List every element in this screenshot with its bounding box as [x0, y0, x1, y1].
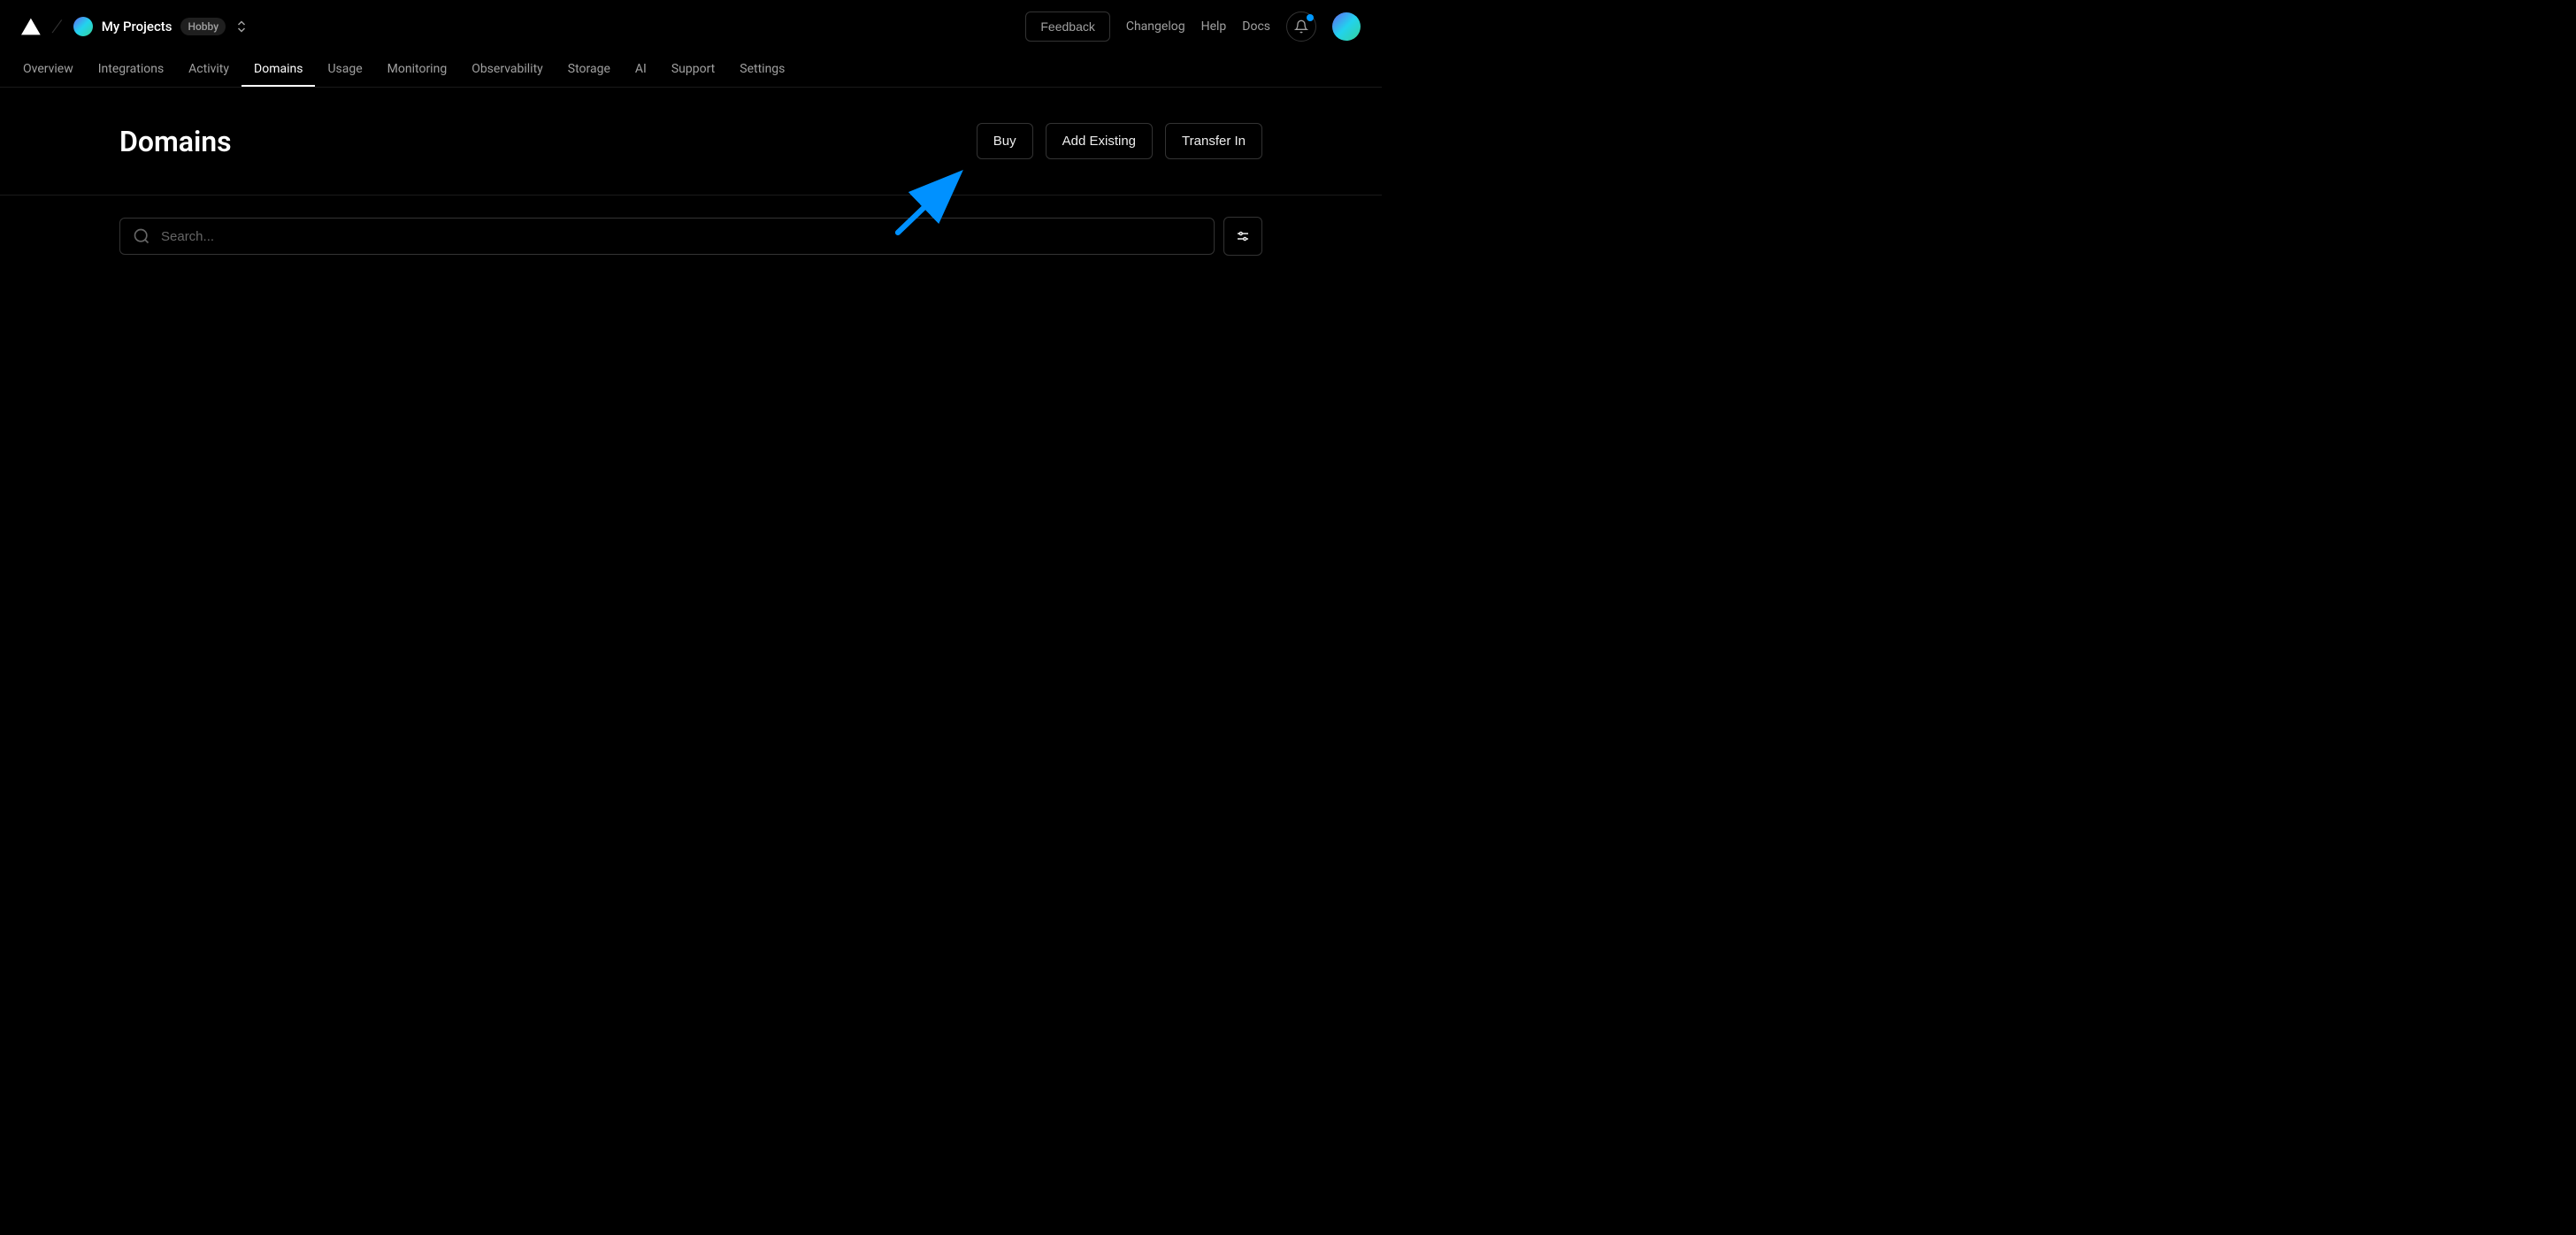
add-existing-button[interactable]: Add Existing — [1046, 123, 1153, 159]
filter-button[interactable] — [1223, 217, 1262, 256]
vercel-logo[interactable] — [21, 18, 41, 35]
team-switcher-icon[interactable] — [234, 19, 249, 34]
page-header: Domains Buy Add Existing Transfer In — [0, 88, 1382, 196]
tab-observability[interactable]: Observability — [459, 53, 556, 87]
page-title: Domains — [119, 125, 232, 158]
team-selector[interactable]: My Projects Hobby — [73, 17, 249, 36]
notification-indicator — [1307, 14, 1314, 21]
changelog-link[interactable]: Changelog — [1126, 19, 1185, 34]
team-avatar — [73, 17, 93, 36]
tab-storage[interactable]: Storage — [556, 53, 623, 87]
nav-tabs: Overview Integrations Activity Domains U… — [0, 53, 1382, 88]
action-buttons: Buy Add Existing Transfer In — [977, 123, 1262, 159]
docs-link[interactable]: Docs — [1242, 19, 1270, 34]
feedback-button[interactable]: Feedback — [1025, 12, 1109, 42]
transfer-in-button[interactable]: Transfer In — [1165, 123, 1262, 159]
tab-integrations[interactable]: Integrations — [86, 53, 176, 87]
tab-monitoring[interactable]: Monitoring — [375, 53, 460, 87]
header-right: Feedback Changelog Help Docs — [1025, 12, 1361, 42]
plan-badge: Hobby — [180, 18, 226, 35]
buy-button[interactable]: Buy — [977, 123, 1033, 159]
tab-support[interactable]: Support — [659, 53, 727, 87]
team-name: My Projects — [102, 19, 172, 35]
tab-usage[interactable]: Usage — [315, 53, 374, 87]
sliders-icon — [1235, 228, 1251, 244]
help-link[interactable]: Help — [1201, 19, 1227, 34]
tab-settings[interactable]: Settings — [727, 53, 797, 87]
app-header: / My Projects Hobby Feedback Changelog H… — [0, 0, 1382, 53]
search-container — [119, 218, 1215, 255]
tab-overview[interactable]: Overview — [11, 53, 86, 87]
header-left: / My Projects Hobby — [21, 16, 249, 38]
tab-ai[interactable]: AI — [623, 53, 659, 87]
breadcrumb-separator: / — [50, 15, 64, 38]
user-avatar[interactable] — [1332, 12, 1361, 41]
search-section — [0, 196, 1382, 277]
search-input[interactable] — [161, 229, 1201, 244]
search-icon — [133, 227, 150, 245]
bell-icon — [1294, 19, 1308, 34]
tab-domains[interactable]: Domains — [242, 53, 315, 87]
tab-activity[interactable]: Activity — [176, 53, 242, 87]
notifications-button[interactable] — [1286, 12, 1316, 42]
